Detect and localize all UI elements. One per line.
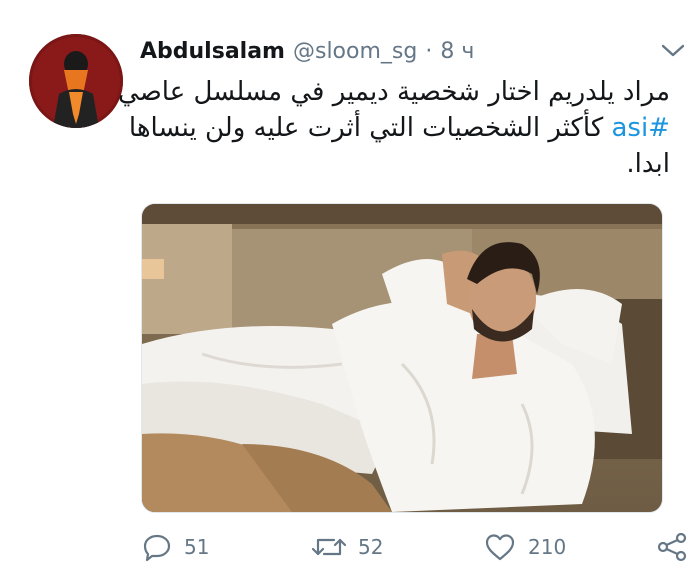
reply-count: 51 (184, 535, 210, 559)
retweet-count: 52 (358, 535, 384, 559)
like-button[interactable]: 210 (484, 530, 566, 564)
tweet-header: Abdulsalam @sloom_sg · 8 ч (140, 34, 474, 68)
share-icon (657, 532, 687, 562)
reply-icon (143, 534, 171, 562)
author-name[interactable]: Abdulsalam (140, 39, 285, 64)
tweet-text-line: ابدا. (626, 149, 670, 179)
separator-dot: · (425, 38, 433, 64)
share-button[interactable] (656, 530, 688, 564)
like-count: 210 (528, 535, 567, 559)
retweet-icon (312, 538, 346, 556)
tweet-media-photo[interactable] (141, 203, 663, 513)
tweet-text: مراد يلدريم اختار شخصية ديمير في مسلسل ع… (118, 74, 671, 182)
avatar[interactable] (29, 34, 123, 128)
retweet-button[interactable]: 52 (312, 530, 383, 564)
tweet-timestamp[interactable]: 8 ч (440, 39, 474, 64)
reply-button[interactable]: 51 (142, 530, 209, 564)
tweet-actions: 51 52 210 (140, 530, 690, 564)
more-options-chevron-icon[interactable] (660, 40, 686, 60)
heart-icon (485, 534, 515, 561)
tweet-text-line: #asi كأكثر الشخصيات التي أثرت عليه ولن ي… (129, 110, 671, 146)
tweet-text-line: مراد يلدريم اختار شخصية ديمير في مسلسل ع… (118, 77, 670, 107)
hashtag-link[interactable]: #asi (612, 113, 671, 143)
author-handle[interactable]: @sloom_sg (293, 39, 417, 64)
tweet-text-segment: كأكثر الشخصيات التي أثرت عليه ولن ينساها (128, 113, 612, 143)
